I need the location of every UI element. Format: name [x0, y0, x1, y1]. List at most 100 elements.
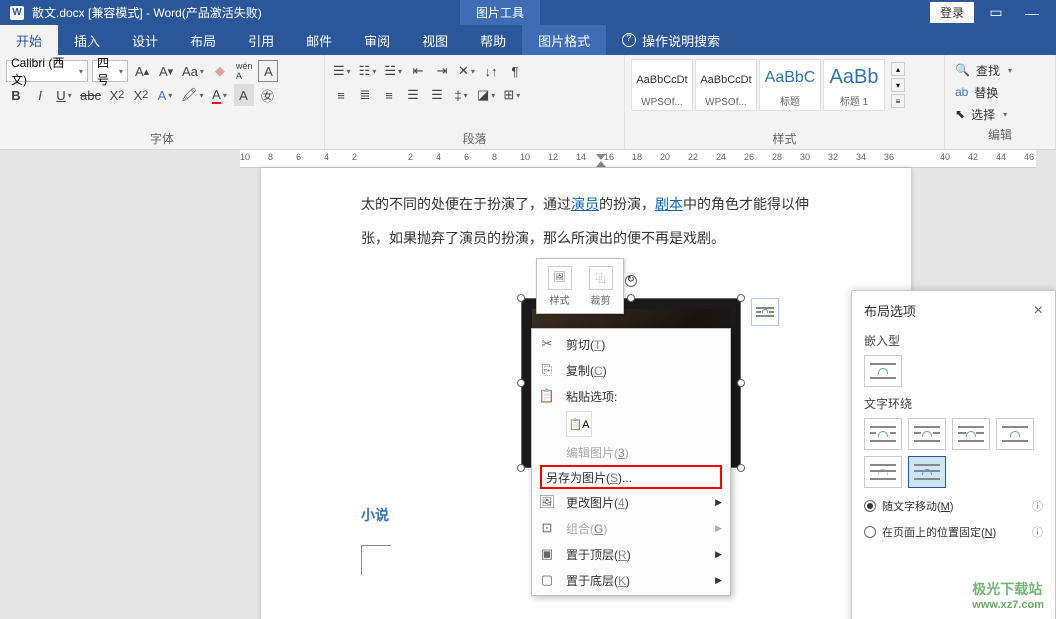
login-button[interactable]: 登录: [930, 2, 974, 23]
enclose-char-button[interactable]: ㊛: [258, 84, 278, 106]
ribbon-display-options-icon[interactable]: ▭: [982, 2, 1010, 24]
style-scroll-down[interactable]: ▾: [891, 78, 905, 92]
shrink-font-button[interactable]: A▾: [156, 60, 176, 82]
subscript-button[interactable]: X2: [107, 84, 127, 106]
change-case-button[interactable]: Aa▾: [180, 60, 206, 82]
layout-options-button[interactable]: [751, 298, 779, 326]
tab-picture-format[interactable]: 图片格式: [522, 25, 606, 55]
hyperlink[interactable]: 剧本: [655, 196, 683, 212]
align-right-button[interactable]: ≡: [379, 84, 399, 106]
resize-handle[interactable]: [517, 464, 525, 472]
tell-me-search[interactable]: 操作说明搜索: [606, 25, 736, 55]
wrap-square[interactable]: [864, 418, 902, 450]
underline-button[interactable]: U▾: [54, 84, 74, 106]
style-item[interactable]: AaBb标题 1: [823, 59, 885, 111]
tab-view[interactable]: 视图: [406, 25, 464, 55]
grow-font-button[interactable]: A▴: [132, 60, 152, 82]
mini-crop-button[interactable]: ⿻ 裁剪: [582, 263, 619, 309]
select-button[interactable]: ⬉选择▾: [955, 103, 1045, 125]
style-item[interactable]: AaBbCcDtWPSOf...: [695, 59, 757, 111]
resize-handle[interactable]: [737, 379, 745, 387]
resize-handle[interactable]: [737, 464, 745, 472]
mini-style-button[interactable]: 🖼 样式: [541, 263, 578, 309]
wrap-through[interactable]: [952, 418, 990, 450]
paste-options-label: 粘贴选项:: [566, 388, 617, 405]
highlight-button[interactable]: 🖍▾: [179, 84, 206, 106]
wrap-front[interactable]: [908, 456, 946, 488]
wrap-top-bottom[interactable]: [996, 418, 1034, 450]
tab-insert[interactable]: 插入: [58, 25, 116, 55]
style-item[interactable]: AaBbCcDtWPSOf...: [631, 59, 693, 111]
multilevel-button[interactable]: ☱▾: [382, 60, 404, 82]
menu-change-picture[interactable]: 🖼 更改图片(4) ▶: [532, 489, 730, 515]
menu-cut[interactable]: ✂ 剪切(T): [532, 331, 730, 357]
info-icon[interactable]: ⓘ: [1032, 524, 1043, 540]
document-page[interactable]: 太的不同的处便在于扮演了，通过演员的扮演，剧本中的角色才能得以伸张，如果抛弃了演…: [261, 168, 911, 619]
tab-home[interactable]: 开始: [0, 25, 58, 55]
info-icon[interactable]: ⓘ: [1032, 498, 1043, 514]
text-direction-button[interactable]: ✕▾: [456, 60, 477, 82]
bold-button[interactable]: B: [6, 84, 26, 106]
horizontal-ruler[interactable]: 1086422468101214161820222426283032343640…: [240, 150, 1036, 168]
numbering-button[interactable]: ☷▾: [357, 60, 379, 82]
distribute-button[interactable]: ☰: [427, 84, 447, 106]
group-icon: ⊡: [536, 520, 558, 536]
text-effects-button[interactable]: A▾: [155, 84, 175, 106]
fixed-position-option[interactable]: 在页面上的位置固定(N) ⓘ: [864, 524, 1043, 540]
chevron-down-icon: ▾: [119, 67, 123, 76]
find-button[interactable]: 🔍查找▾: [955, 59, 1045, 81]
wrap-behind[interactable]: [864, 456, 902, 488]
char-shading-button[interactable]: A: [234, 84, 254, 106]
menu-save-as-picture[interactable]: 另存为图片(S)...: [540, 465, 722, 489]
font-color-button[interactable]: A▾: [210, 84, 230, 106]
close-icon[interactable]: ×: [1034, 302, 1043, 320]
borders-button[interactable]: ⊞▾: [501, 84, 522, 106]
tab-references[interactable]: 引用: [232, 25, 290, 55]
wrap-inline[interactable]: [864, 355, 902, 387]
increase-indent-button[interactable]: ⇥: [432, 60, 452, 82]
italic-button[interactable]: I: [30, 84, 50, 106]
style-gallery[interactable]: AaBbCcDtWPSOf... AaBbCcDtWPSOf... AaBbC标…: [631, 59, 938, 111]
resize-handle[interactable]: [737, 294, 745, 302]
tab-help[interactable]: 帮助: [464, 25, 522, 55]
tab-design[interactable]: 设计: [116, 25, 174, 55]
move-with-text-option[interactable]: 随文字移动(M) ⓘ: [864, 498, 1043, 514]
menu-send-back[interactable]: ▢ 置于底层(K) ▶: [532, 567, 730, 593]
bullets-button[interactable]: ☰▾: [331, 60, 353, 82]
resize-handle[interactable]: [627, 294, 635, 302]
superscript-button[interactable]: X2: [131, 84, 151, 106]
decrease-indent-button[interactable]: ⇤: [408, 60, 428, 82]
line-spacing-button[interactable]: ‡▾: [451, 84, 471, 106]
show-marks-button[interactable]: ¶: [505, 60, 525, 82]
font-name-select[interactable]: Calibri (西文)▾: [6, 60, 88, 82]
style-item[interactable]: AaBbC标题: [759, 59, 821, 111]
tab-review[interactable]: 审阅: [348, 25, 406, 55]
tab-mailings[interactable]: 邮件: [290, 25, 348, 55]
hotkey: R: [618, 548, 627, 562]
style-gallery-expand[interactable]: ≡: [891, 94, 905, 108]
menu-copy[interactable]: ⎘ 复制(C): [532, 357, 730, 383]
style-scroll-up[interactable]: ▴: [891, 62, 905, 76]
sort-button[interactable]: ↓↑: [481, 60, 501, 82]
phonetic-guide-button[interactable]: wénA: [234, 60, 255, 82]
menu-bring-front[interactable]: ▣ 置于顶层(R) ▶: [532, 541, 730, 567]
resize-handle[interactable]: [517, 294, 525, 302]
font-size-select[interactable]: 四号▾: [92, 60, 128, 82]
strikethrough-button[interactable]: abc: [78, 84, 103, 106]
wrap-tight[interactable]: [908, 418, 946, 450]
minimize-icon[interactable]: —: [1018, 2, 1046, 24]
hyperlink[interactable]: 演员: [571, 196, 599, 212]
tab-layout[interactable]: 布局: [174, 25, 232, 55]
resize-handle[interactable]: [517, 379, 525, 387]
shading-button[interactable]: ◪▾: [475, 84, 497, 106]
replace-button[interactable]: ab替换: [955, 81, 1045, 103]
bring-front-icon: ▣: [536, 546, 558, 562]
clear-format-button[interactable]: ◆: [210, 60, 230, 82]
align-center-button[interactable]: ≣: [355, 84, 375, 106]
paste-option-keep-source[interactable]: 📋A: [566, 411, 592, 437]
rotate-handle[interactable]: [625, 275, 637, 287]
align-left-button[interactable]: ≡: [331, 84, 351, 106]
char-border-button[interactable]: A: [258, 60, 278, 82]
justify-button[interactable]: ☰: [403, 84, 423, 106]
ruler-tick: 36: [884, 152, 894, 162]
